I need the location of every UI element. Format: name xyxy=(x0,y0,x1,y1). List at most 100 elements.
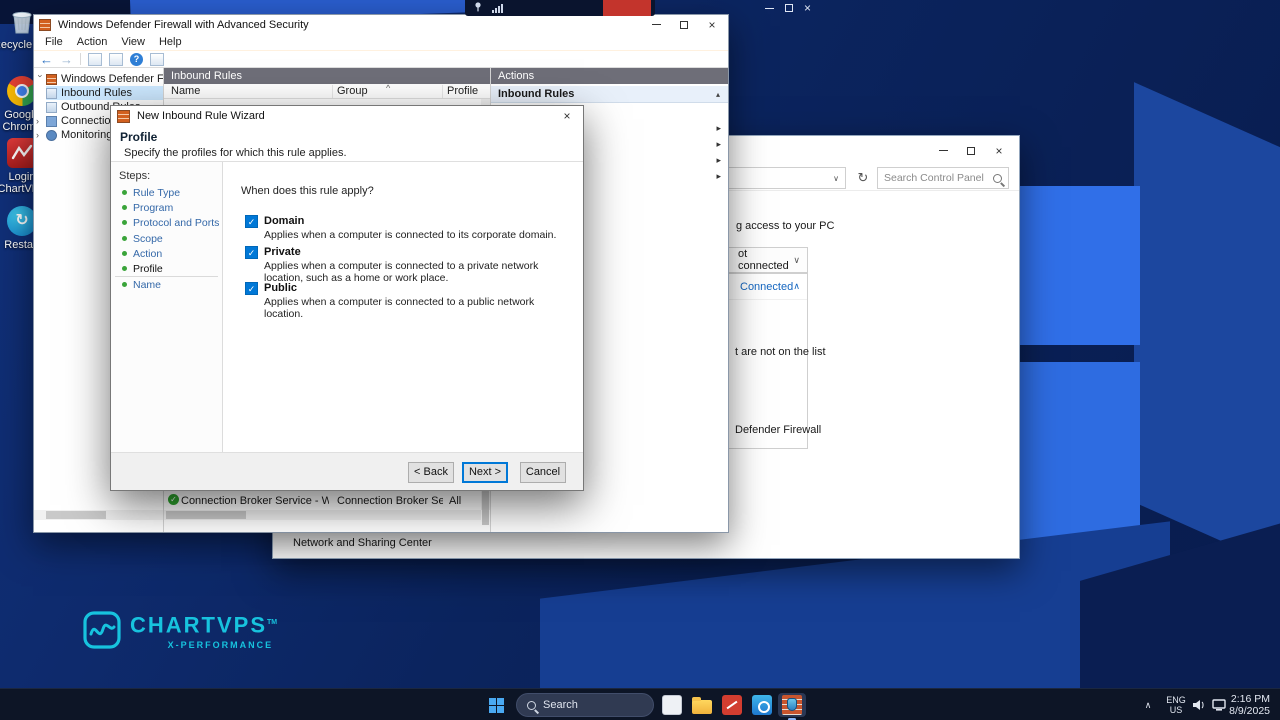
wizard-close-button[interactable]: × xyxy=(555,108,579,124)
private-checkbox[interactable]: ✓ xyxy=(245,246,258,259)
collapse-group-icon[interactable]: ▴ xyxy=(716,90,720,99)
menu-file[interactable]: File xyxy=(38,36,70,48)
back-icon[interactable]: ← xyxy=(40,53,53,66)
forward-icon[interactable]: → xyxy=(60,53,73,66)
cp-link-defender-firewall[interactable]: Defender Firewall xyxy=(735,424,821,436)
rule-profile: All xyxy=(449,495,461,507)
wizard-title: New Inbound Rule Wizard xyxy=(137,110,265,122)
maximize-button[interactable] xyxy=(670,15,698,34)
cancel-button[interactable]: Cancel xyxy=(520,462,566,483)
wizard-header: Profile Specify the profiles for which t… xyxy=(111,126,583,162)
chevron-down-icon: ∨ xyxy=(793,255,800,266)
step-program[interactable]: Program xyxy=(133,202,173,214)
expanded-twisty-icon[interactable]: › xyxy=(36,75,46,84)
list-column-headers: Name Group ^ Profile xyxy=(164,84,490,99)
monitoring-icon xyxy=(46,130,57,141)
cp-text-access: g access to your PC xyxy=(736,220,834,232)
date: 8/9/2025 xyxy=(1229,705,1270,717)
wizard-footer: < Back Next > Cancel xyxy=(111,452,583,490)
step-bullet-icon xyxy=(122,220,127,225)
search-icon xyxy=(993,174,1002,183)
rdp-connection-bar[interactable] xyxy=(465,0,655,16)
clock[interactable]: 2:16 PM 8/9/2025 xyxy=(1220,693,1272,717)
taskbar-app-blue[interactable] xyxy=(748,693,776,717)
column-name[interactable]: Name xyxy=(171,84,200,99)
submenu-arrow-icon: ▸ xyxy=(716,171,721,182)
option-private: ✓ Private Applies when a computer is con… xyxy=(245,245,557,284)
public-label[interactable]: Public xyxy=(264,281,557,295)
step-profile-current[interactable]: Profile xyxy=(133,263,163,275)
rdp-bar-red-segment[interactable] xyxy=(603,0,651,16)
action-pane-toggle-icon[interactable] xyxy=(150,53,164,66)
taskbar-app-red[interactable] xyxy=(718,693,746,717)
network-sharing-center-link[interactable]: Network and Sharing Center xyxy=(293,537,432,549)
menu-action[interactable]: Action xyxy=(70,36,115,48)
tree-item-inbound-rules[interactable]: Inbound Rules xyxy=(46,86,163,100)
collapsed-twisty-icon[interactable]: › xyxy=(36,130,45,140)
step-bullet-icon xyxy=(122,205,127,210)
window-title: Windows Defender Firewall with Advanced … xyxy=(58,19,309,31)
close-button[interactable]: × xyxy=(985,141,1013,160)
step-protocol-and-ports[interactable]: Protocol and Ports xyxy=(133,217,219,229)
maximize-icon[interactable] xyxy=(779,0,798,16)
step-name[interactable]: Name xyxy=(133,279,161,291)
close-icon[interactable]: × xyxy=(798,0,817,16)
wizard-steps-panel: Steps: Rule Type Program Protocol and Po… xyxy=(111,162,223,452)
rule-enabled-icon: ✓ xyxy=(168,494,179,505)
time: 2:16 PM xyxy=(1231,693,1270,705)
search-input[interactable] xyxy=(884,172,989,184)
domain-label[interactable]: Domain xyxy=(264,214,557,228)
taskbar-search[interactable]: Search xyxy=(516,693,654,717)
tree-root-firewall[interactable]: › Windows Defender Firewall wit xyxy=(46,72,163,86)
column-group[interactable]: Group xyxy=(337,84,368,99)
menu-view[interactable]: View xyxy=(114,36,152,48)
public-checkbox[interactable]: ✓ xyxy=(245,282,258,295)
taskbar-search-label: Search xyxy=(543,699,578,711)
private-label[interactable]: Private xyxy=(264,245,557,259)
firewall-titlebar[interactable]: Windows Defender Firewall with Advanced … xyxy=(34,15,728,34)
chartvps-logo: CHARTVPSTM X-PERFORMANCE xyxy=(82,610,277,650)
help-icon[interactable]: ? xyxy=(130,53,143,66)
wizard-body: Steps: Rule Type Program Protocol and Po… xyxy=(111,162,583,452)
not-connected-label: ot connected xyxy=(738,248,793,272)
submenu-arrow-icon: ▸ xyxy=(716,139,721,150)
step-scope[interactable]: Scope xyxy=(133,233,163,245)
maximize-button[interactable] xyxy=(957,141,985,160)
tray-overflow-chevron[interactable]: ∧ xyxy=(1140,693,1156,717)
actions-group-inbound-rules[interactable]: Inbound Rules ▴ xyxy=(491,86,728,103)
taskbar-app-window[interactable] xyxy=(658,693,686,717)
next-button[interactable]: Next > xyxy=(462,462,508,483)
submenu-arrow-icon: ▸ xyxy=(716,155,721,166)
cp-text-not-on-list: t are not on the list xyxy=(735,346,826,358)
collapsed-twisty-icon[interactable]: › xyxy=(36,116,45,126)
toolbar-separator xyxy=(80,53,81,65)
domain-checkbox[interactable]: ✓ xyxy=(245,215,258,228)
tree-horizontal-scrollbar[interactable] xyxy=(34,510,163,520)
minimize-button[interactable] xyxy=(929,141,957,160)
close-button[interactable]: × xyxy=(698,15,726,34)
rule-row[interactable]: ✓ Connection Broker Service - WMI (DCO..… xyxy=(164,494,481,508)
minimize-icon[interactable] xyxy=(760,0,779,16)
step-action[interactable]: Action xyxy=(133,248,162,260)
taskbar-app-firewall-active[interactable] xyxy=(778,693,806,717)
refresh-button[interactable]: ↻ xyxy=(852,167,874,189)
chartvps-logo-mark-icon xyxy=(82,610,122,650)
console-tree-toggle-icon[interactable] xyxy=(88,53,102,66)
list-horizontal-scrollbar[interactable] xyxy=(164,510,481,520)
domain-description: Applies when a computer is connected to … xyxy=(264,230,557,242)
column-profile[interactable]: Profile xyxy=(447,84,478,99)
menu-help[interactable]: Help xyxy=(152,36,189,48)
address-dropdown-icon[interactable]: ∨ xyxy=(833,174,839,183)
pin-icon[interactable] xyxy=(473,1,483,15)
export-list-icon[interactable] xyxy=(109,53,123,66)
language-indicator[interactable]: ENG US xyxy=(1162,693,1190,717)
minimize-button[interactable] xyxy=(642,15,670,34)
chartvps-logo-subtitle: X-PERFORMANCE xyxy=(130,640,277,650)
background-window-controls: × xyxy=(760,0,817,16)
wizard-titlebar[interactable]: New Inbound Rule Wizard × xyxy=(111,106,583,126)
back-button[interactable]: < Back xyxy=(408,462,454,483)
start-button[interactable] xyxy=(480,693,512,717)
step-rule-type[interactable]: Rule Type xyxy=(133,187,180,199)
taskbar-app-file-explorer[interactable] xyxy=(688,693,716,717)
firewall-node-icon xyxy=(46,74,57,85)
